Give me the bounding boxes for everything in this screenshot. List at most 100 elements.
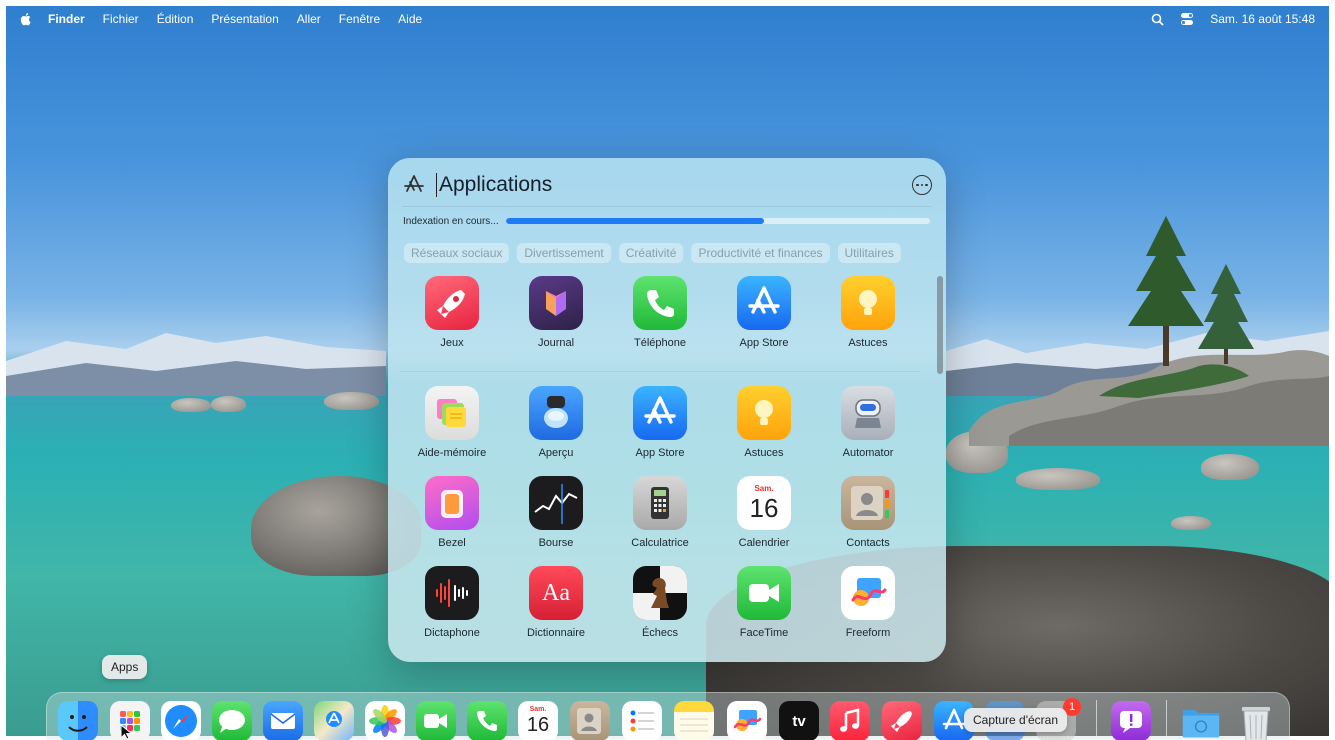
indexing-status: Indexation en cours...	[403, 214, 930, 228]
app-bourse[interactable]: Bourse	[504, 476, 608, 566]
app-dictaphone[interactable]: Dictaphone	[400, 566, 504, 656]
app-app-store[interactable]: App Store	[712, 276, 816, 371]
phone-icon[interactable]	[467, 701, 507, 740]
chip-creativity[interactable]: Créativité	[618, 243, 684, 263]
voice-memos-icon	[425, 566, 479, 620]
tips-lightbulb-icon	[737, 386, 791, 440]
app-label: Téléphone	[634, 337, 686, 349]
menu-edition[interactable]: Édition	[157, 12, 194, 26]
trash-icon[interactable]	[1236, 701, 1276, 740]
notes-icon[interactable]	[674, 701, 714, 740]
menu-aide[interactable]: Aide	[398, 12, 422, 26]
chip-social[interactable]: Réseaux sociaux	[404, 243, 510, 263]
calendar-icon: Sam. 16	[737, 476, 791, 530]
pine-tree	[1128, 216, 1204, 366]
control-center-icon[interactable]	[1180, 12, 1194, 26]
panel-header: Applications	[402, 170, 932, 200]
app-label: Jeux	[440, 337, 464, 349]
tips-lightbulb-icon	[841, 276, 895, 330]
category-chips: Réseaux sociaux Divertissement Créativit…	[404, 243, 946, 263]
rock	[1201, 454, 1259, 480]
calendar-date-label: 16	[749, 493, 779, 523]
downloads-folder-icon[interactable]	[1181, 701, 1221, 740]
app-grid: Jeux Journal Téléphone App Store Astuces…	[400, 276, 920, 656]
apple-tv-icon[interactable]: tv	[779, 701, 819, 740]
search-field-title[interactable]: Applications	[439, 173, 552, 197]
app-automator[interactable]: Automator	[816, 386, 920, 476]
app-label: Aperçu	[538, 447, 574, 459]
calendar-icon[interactable]: Sam. 16	[518, 701, 558, 740]
app-echecs[interactable]: Échecs	[608, 566, 712, 656]
chip-productivity[interactable]: Productivité et finances	[691, 243, 830, 263]
games-rocket-icon	[425, 276, 479, 330]
reminders-icon[interactable]	[622, 701, 662, 740]
bezel-icon	[425, 476, 479, 530]
app-telephone[interactable]: Téléphone	[608, 276, 712, 371]
facetime-icon[interactable]	[416, 701, 456, 740]
finder-icon[interactable]	[58, 701, 98, 740]
feedback-icon[interactable]	[1111, 701, 1151, 740]
dock-calendar-date: 16	[526, 714, 550, 736]
menu-fichier[interactable]: Fichier	[103, 12, 139, 26]
dock-separator	[1166, 700, 1167, 736]
menu-aller[interactable]: Aller	[297, 12, 321, 26]
app-label: Bezel	[438, 537, 466, 549]
app-astuces[interactable]: Astuces	[816, 276, 920, 371]
safari-icon[interactable]	[161, 701, 201, 740]
app-label: Calculatrice	[631, 537, 689, 549]
menu-presentation[interactable]: Présentation	[211, 12, 278, 26]
app-dictionnaire[interactable]: Aa Dictionnaire	[504, 566, 608, 656]
maps-icon[interactable]	[314, 701, 354, 740]
app-calendrier[interactable]: Sam. 16 Calendrier	[712, 476, 816, 566]
text-cursor	[436, 173, 437, 197]
app-freeform[interactable]: Freeform	[816, 566, 920, 656]
app-label: Échecs	[641, 627, 679, 639]
app-label: App Store	[635, 447, 685, 459]
app-label: Calendrier	[738, 537, 790, 549]
app-app-store[interactable]: App Store	[608, 386, 712, 476]
menu-bar: Finder Fichier Édition Présentation Alle…	[6, 6, 1329, 32]
photos-icon[interactable]	[365, 701, 405, 740]
apps-row: Aide-mémoire Aperçu App Store Astuces Au…	[400, 386, 920, 476]
app-contacts[interactable]: Contacts	[816, 476, 920, 566]
chess-icon	[633, 566, 687, 620]
app-label: Dictaphone	[424, 627, 480, 639]
spotlight-search-icon[interactable]	[1151, 13, 1164, 26]
menu-fenetre[interactable]: Fenêtre	[339, 12, 380, 26]
apps-row: Bezel Bourse Calculatrice Sam. 16 Calend…	[400, 476, 920, 566]
app-facetime[interactable]: FaceTime	[712, 566, 816, 656]
apple-logo-icon[interactable]	[20, 12, 32, 26]
automator-icon	[841, 386, 895, 440]
app-label: Dictionnaire	[526, 627, 586, 639]
contacts-icon[interactable]	[570, 701, 610, 740]
app-label: Journal	[537, 337, 575, 349]
chip-entertainment[interactable]: Divertissement	[517, 243, 611, 263]
app-store-glyph-icon	[404, 175, 424, 192]
games-rocket-icon[interactable]	[882, 701, 922, 740]
menu-finder[interactable]: Finder	[48, 12, 85, 26]
chip-utilities[interactable]: Utilitaires	[837, 243, 901, 263]
rock	[324, 392, 379, 410]
apps-row: Dictaphone Aa Dictionnaire Échecs FaceTi…	[400, 566, 920, 656]
app-jeux[interactable]: Jeux	[400, 276, 504, 371]
freeform-icon[interactable]	[727, 701, 767, 740]
app-bezel[interactable]: Bezel	[400, 476, 504, 566]
scrollbar-thumb[interactable]	[937, 276, 943, 374]
mail-icon[interactable]	[263, 701, 303, 740]
menu-bar-clock[interactable]: Sam. 16 août 15:48	[1210, 12, 1315, 26]
music-icon[interactable]	[830, 701, 870, 740]
dictionary-glyph: Aa	[542, 579, 570, 606]
stocks-icon	[529, 476, 583, 530]
app-label: Astuces	[744, 447, 784, 459]
app-aide-memoire[interactable]: Aide-mémoire	[400, 386, 504, 476]
app-journal[interactable]: Journal	[504, 276, 608, 371]
dictionary-icon: Aa	[529, 566, 583, 620]
mouse-pointer-icon	[120, 724, 133, 740]
app-apercu[interactable]: Aperçu	[504, 386, 608, 476]
messages-icon[interactable]	[212, 701, 252, 740]
app-astuces[interactable]: Astuces	[712, 386, 816, 476]
freeform-icon	[841, 566, 895, 620]
more-options-button[interactable]	[912, 175, 932, 195]
dock-separator	[1096, 700, 1097, 736]
app-calculatrice[interactable]: Calculatrice	[608, 476, 712, 566]
